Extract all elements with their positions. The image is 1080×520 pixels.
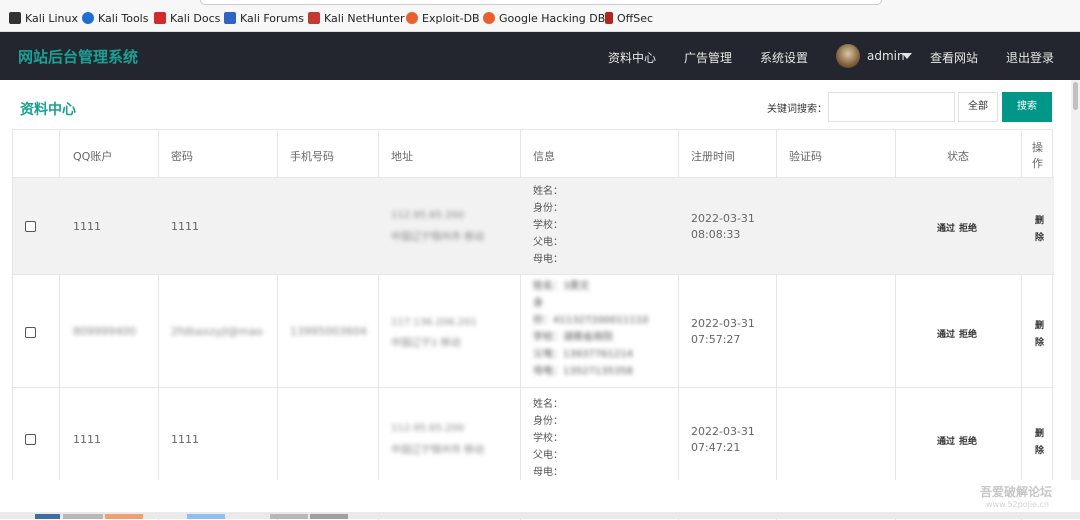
bookmark-kali-linux[interactable]: Kali Linux: [9, 11, 78, 27]
data-table: QQ账户 密码 手机号码 地址 信息 注册时间 验证码 状态 操作 1111 1…: [12, 129, 1054, 520]
taskbar-strip: [0, 512, 1080, 519]
cell-qq: 1111: [73, 433, 101, 446]
header-qq: QQ账户: [73, 150, 113, 163]
taskbar-item[interactable]: [310, 514, 348, 519]
cell-date: 2022-03-31: [691, 212, 755, 225]
view-site-link[interactable]: 查看网站: [930, 49, 978, 66]
taskbar-item[interactable]: [270, 514, 308, 519]
search-input[interactable]: [828, 92, 955, 122]
avatar[interactable]: [836, 44, 860, 68]
cell-qq: 809999400: [73, 325, 136, 338]
table-row: 809999400 2fdbaxzyjl@mao 13995003604 117…: [13, 275, 1054, 388]
header-info: 信息: [533, 150, 555, 163]
approve-button[interactable]: 通过: [937, 221, 955, 234]
brand-title[interactable]: 网站后台管理系统: [18, 46, 138, 67]
bookmark-kali-nethunter[interactable]: Kali NetHunter: [308, 11, 405, 27]
table-row: 1111 1111 112.95.65.200 中国辽宁锦州市 移动 姓名： 身…: [13, 178, 1054, 275]
chevron-down-icon[interactable]: [902, 53, 912, 59]
cell-password: 1111: [171, 433, 199, 446]
bookmarks-bar: Kali Linux Kali Tools Kali Docs Kali For…: [0, 0, 1080, 32]
cell-time: 07:57:27: [691, 333, 741, 346]
bookmark-offsec[interactable]: OffSec: [605, 11, 653, 27]
main-content: 资料中心 关键词搜索： 全部 搜索 QQ账户 密码 手机号码 地址 信息 注册时…: [0, 80, 1080, 520]
kali-dragon-icon: [9, 12, 21, 24]
header-password: 密码: [171, 150, 193, 163]
cell-address-ip: 112.95.65.200: [391, 423, 465, 434]
header-address: 地址: [391, 150, 413, 163]
row-checkbox[interactable]: [25, 221, 36, 232]
cell-address-ip: 117.136.206.201: [391, 317, 477, 328]
exploit-db-icon: [406, 12, 418, 24]
delete-button-bottom[interactable]: 除: [1035, 230, 1044, 243]
header-operation: 操作: [1032, 141, 1043, 170]
user-menu[interactable]: admin: [867, 49, 905, 63]
bookmark-ghdb[interactable]: Google Hacking DB: [483, 11, 605, 27]
cell-time: 08:08:33: [691, 228, 741, 241]
delete-button-bottom[interactable]: 除: [1035, 443, 1044, 456]
header-phone: 手机号码: [290, 150, 334, 163]
cell-info: 姓名： 身份： 学校： 父电： 母电：: [533, 186, 563, 265]
delete-button-top[interactable]: 删: [1035, 318, 1044, 331]
cell-address-loc: 中国辽宁锦州市 移动: [391, 232, 485, 243]
cell-info: 姓名：3黄文 身 份：411327200011110 学校：湖南省商院 父电：1…: [533, 281, 649, 377]
cell-date: 2022-03-31: [691, 425, 755, 438]
delete-button-top[interactable]: 删: [1035, 426, 1044, 439]
table-header-row: QQ账户 密码 手机号码 地址 信息 注册时间 验证码 状态 操作: [13, 130, 1054, 178]
top-navbar: 网站后台管理系统 资料中心 广告管理 系统设置 admin 查看网站 退出登录: [0, 32, 1080, 80]
cell-info: 姓名： 身份： 学校： 父电： 母电：: [533, 399, 563, 478]
kali-tools-icon: [82, 12, 94, 24]
header-code: 验证码: [789, 150, 822, 163]
row-checkbox[interactable]: [25, 434, 36, 445]
cell-qq: 1111: [73, 220, 101, 233]
watermark-text: 吾爱破解论坛: [980, 485, 1053, 499]
bookmark-exploit-db[interactable]: Exploit-DB: [406, 11, 480, 27]
taskbar-item[interactable]: [35, 514, 60, 519]
show-all-button[interactable]: 全部: [958, 92, 998, 122]
bookmark-kali-docs[interactable]: Kali Docs: [154, 11, 220, 27]
cell-address-ip: 112.95.65.200: [391, 210, 465, 221]
header-status: 状态: [947, 150, 969, 163]
cell-password: 2fdbaxzyjl@mao: [171, 325, 263, 338]
header-reg-time: 注册时间: [691, 150, 735, 163]
search-label: 关键词搜索：: [767, 104, 827, 115]
delete-button-bottom[interactable]: 除: [1035, 335, 1044, 348]
taskbar-item[interactable]: [105, 514, 143, 519]
reject-button[interactable]: 拒绝: [959, 327, 977, 340]
taskbar-item[interactable]: [63, 514, 103, 519]
taskbar: [0, 480, 1080, 519]
search-button[interactable]: 搜索: [1002, 92, 1052, 122]
kali-forums-icon: [224, 12, 236, 24]
cell-address-loc: 中国辽宁锦州市 移动: [391, 445, 485, 456]
cell-phone: 13995003604: [290, 325, 367, 338]
page-scrollbar[interactable]: [1071, 80, 1080, 480]
nav-data-center[interactable]: 资料中心: [608, 49, 656, 66]
cell-time: 07:47:21: [691, 441, 741, 454]
ghdb-icon: [483, 12, 495, 24]
offsec-icon: [605, 12, 613, 24]
kali-docs-icon: [154, 12, 166, 24]
cell-date: 2022-03-31: [691, 317, 755, 330]
taskbar-item[interactable]: [187, 514, 225, 519]
approve-button[interactable]: 通过: [937, 327, 955, 340]
cell-address-loc: 中国辽宁2 移动: [391, 338, 461, 349]
cell-password: 1111: [171, 220, 199, 233]
scrollbar-thumb[interactable]: [1073, 82, 1078, 110]
kali-nethunter-icon: [308, 12, 320, 24]
page-title: 资料中心: [20, 102, 76, 118]
reject-button[interactable]: 拒绝: [959, 434, 977, 447]
bookmark-kali-forums[interactable]: Kali Forums: [224, 11, 304, 27]
watermark-url: www.52pojie.cn: [986, 500, 1049, 509]
row-checkbox[interactable]: [25, 327, 36, 338]
nav-ad-management[interactable]: 广告管理: [684, 49, 732, 66]
nav-system-settings[interactable]: 系统设置: [760, 49, 808, 66]
delete-button-top[interactable]: 删: [1035, 213, 1044, 226]
reject-button[interactable]: 拒绝: [959, 221, 977, 234]
logout-link[interactable]: 退出登录: [1006, 49, 1054, 66]
url-bar-edge[interactable]: [200, 0, 882, 5]
bookmark-kali-tools[interactable]: Kali Tools: [82, 11, 148, 27]
approve-button[interactable]: 通过: [937, 434, 955, 447]
